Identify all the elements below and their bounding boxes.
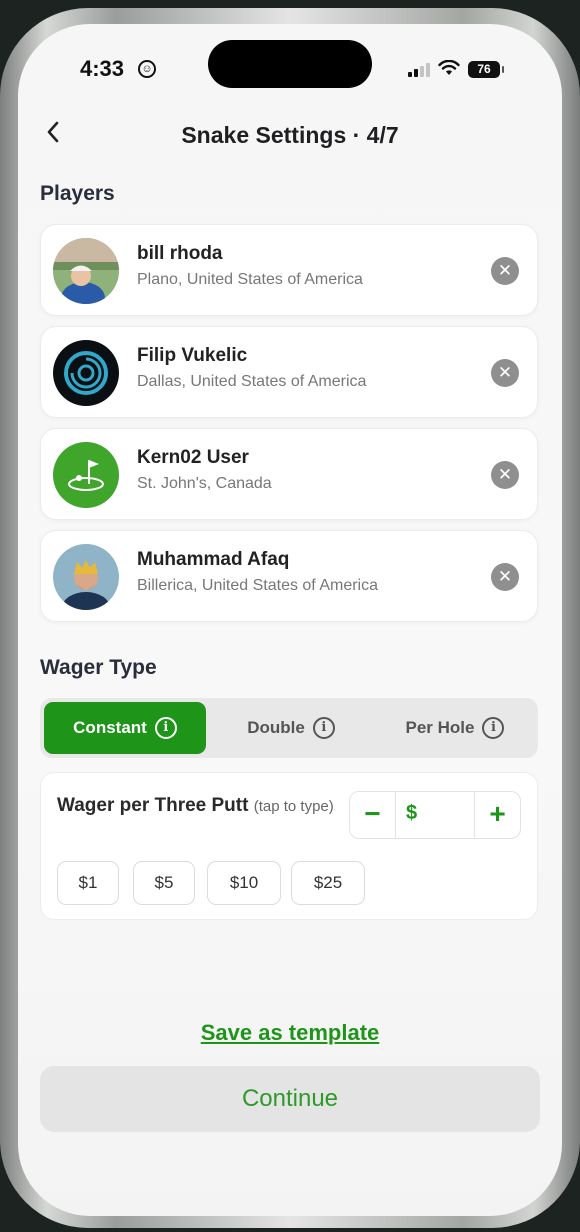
segment-label: Constant: [73, 718, 147, 737]
player-location: St. John's, Canada: [137, 475, 272, 492]
preset-chip[interactable]: $1: [57, 861, 119, 905]
player-location: Dallas, United States of America: [137, 373, 367, 390]
wager-label: Wager per Three Putt (tap to type): [57, 791, 347, 822]
segment-label: Per Hole: [405, 718, 475, 737]
remove-player-icon[interactable]: ✕: [491, 257, 519, 285]
segment-label: Double: [247, 718, 305, 737]
wager-type-selector: Constant i Double i Per Hole i: [40, 698, 538, 758]
wager-label-text: Wager per Three Putt: [57, 795, 249, 816]
app-screen: 4:33 ☺ 76 Snake Settings · 4/7 Players b…: [18, 24, 562, 1216]
dynamic-island: [208, 40, 372, 88]
avatar: [53, 340, 119, 406]
player-location: Plano, United States of America: [137, 271, 363, 288]
player-location: Billerica, United States of America: [137, 577, 378, 594]
focus-emoji-icon: ☺: [138, 60, 156, 78]
player-card[interactable]: Filip Vukelic Dallas, United States of A…: [40, 326, 538, 418]
player-card[interactable]: Muhammad Afaq Billerica, United States o…: [40, 530, 538, 622]
info-icon[interactable]: i: [154, 717, 177, 739]
remove-player-icon[interactable]: ✕: [491, 461, 519, 489]
wager-hint: (tap to type): [253, 798, 334, 815]
player-name: bill rhoda: [137, 243, 223, 264]
header: Snake Settings · 4/7: [18, 116, 562, 156]
status-time: 4:33: [80, 56, 125, 81]
remove-player-icon[interactable]: ✕: [491, 359, 519, 387]
avatar: [53, 544, 119, 610]
info-icon[interactable]: i: [482, 717, 505, 739]
wager-type-heading: Wager Type: [40, 656, 157, 679]
player-name: Filip Vukelic: [137, 345, 248, 366]
wager-amount-input[interactable]: $: [406, 802, 417, 825]
save-as-template-link[interactable]: Save as template: [18, 1020, 562, 1046]
wager-type-per-hole[interactable]: Per Hole i: [374, 702, 536, 754]
preset-chip[interactable]: $25: [291, 861, 365, 905]
info-icon[interactable]: i: [312, 717, 335, 739]
wifi-icon: [438, 59, 460, 78]
preset-chip[interactable]: $5: [133, 861, 195, 905]
increment-button[interactable]: +: [474, 792, 520, 838]
battery-icon: 76: [468, 60, 504, 78]
avatar: [53, 238, 119, 304]
wager-amount-stepper: − $ +: [349, 791, 521, 839]
preset-chip[interactable]: $10: [207, 861, 281, 905]
cellular-signal-icon: [408, 61, 430, 77]
continue-button[interactable]: Continue: [40, 1066, 540, 1132]
status-icons: 76: [408, 59, 504, 78]
avatar: [53, 442, 119, 508]
players-heading: Players: [40, 182, 115, 205]
page-title: Snake Settings · 4/7: [181, 122, 399, 148]
wager-type-constant[interactable]: Constant i: [44, 702, 206, 754]
wager-card: Wager per Three Putt (tap to type) − $ +…: [40, 772, 538, 920]
remove-player-icon[interactable]: ✕: [491, 563, 519, 591]
player-card[interactable]: bill rhoda Plano, United States of Ameri…: [40, 224, 538, 316]
wager-type-double[interactable]: Double i: [210, 702, 372, 754]
player-name: Kern02 User: [137, 447, 249, 468]
decrement-button[interactable]: −: [350, 792, 396, 838]
player-name: Muhammad Afaq: [137, 549, 290, 570]
player-card[interactable]: Kern02 User St. John's, Canada ✕: [40, 428, 538, 520]
